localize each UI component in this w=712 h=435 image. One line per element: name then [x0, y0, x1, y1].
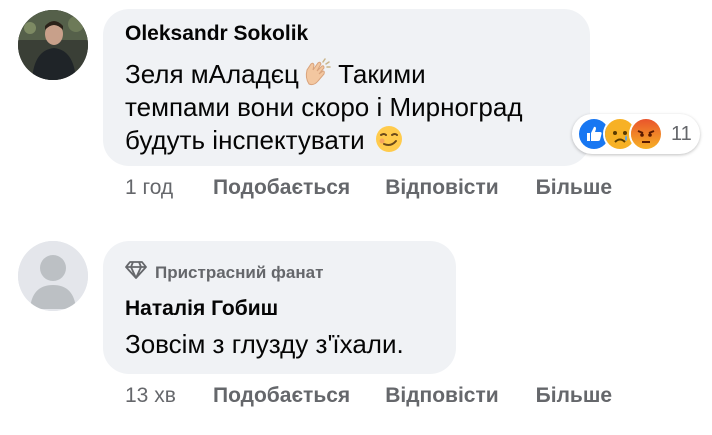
reaction-summary[interactable]: 11	[572, 114, 700, 154]
avatar[interactable]	[18, 241, 88, 311]
clapping-hands-icon	[301, 58, 331, 88]
comment-text-line: темпами вони скоро і Мирноград	[125, 92, 523, 122]
comment-text: Зеля мАладєц Такими темпами вони скоро і…	[125, 58, 523, 157]
diamond-icon	[125, 261, 147, 284]
comment-text-line: будуть інспектувати	[125, 125, 365, 155]
comment-author[interactable]: Наталія Гобиш	[125, 297, 278, 321]
comment-text: Зовсім з глузду з'їхали.	[125, 329, 404, 359]
reply-button[interactable]: Відповісти	[385, 176, 498, 200]
comment-text-line: Зеля мАладєц	[125, 59, 299, 89]
angry-face-icon	[629, 117, 663, 151]
like-button[interactable]: Подобається	[213, 176, 350, 200]
comment-time[interactable]: 13 хв	[125, 384, 213, 408]
reaction-count: 11	[671, 122, 692, 145]
reply-button[interactable]: Відповісти	[385, 384, 498, 408]
fan-badge[interactable]: Пристрасний фанат	[125, 261, 323, 284]
user-photo	[18, 10, 88, 80]
comment-author[interactable]: Oleksandr Sokolik	[125, 22, 308, 46]
comment-time[interactable]: 1 год	[125, 176, 213, 200]
comment-actions: 1 год Подобається Відповісти Більше	[125, 176, 612, 200]
comment-text-line: Такими	[330, 59, 426, 89]
default-avatar-icon	[18, 241, 88, 311]
avatar[interactable]	[18, 10, 88, 80]
more-button[interactable]: Більше	[536, 176, 612, 200]
more-button[interactable]: Більше	[536, 384, 612, 408]
badge-label: Пристрасний фанат	[155, 262, 324, 282]
comment-bubble: Oleksandr Sokolik Зеля мАладєц Такими те…	[103, 9, 590, 166]
comment-bubble: Пристрасний фанат Наталія Гобиш Зовсім з…	[103, 241, 456, 374]
smirking-face-icon	[374, 124, 404, 154]
like-button[interactable]: Подобається	[213, 384, 350, 408]
comment-actions: 13 хв Подобається Відповісти Більше	[125, 384, 612, 408]
